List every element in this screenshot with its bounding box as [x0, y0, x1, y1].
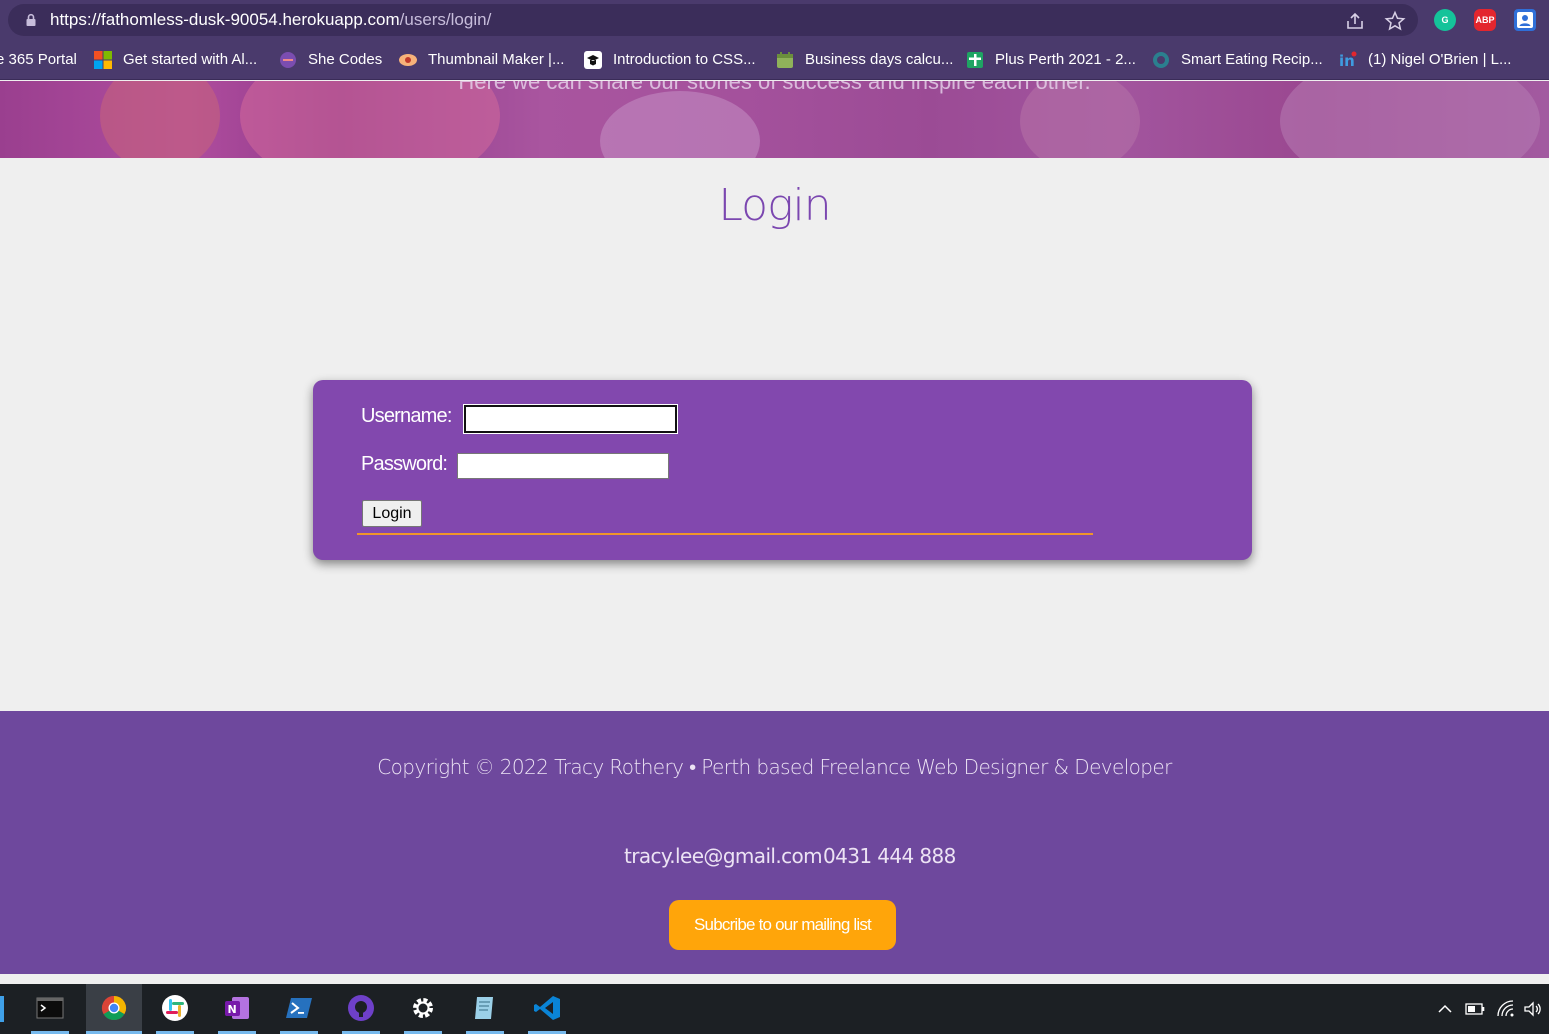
abp-text: ABP — [1475, 15, 1495, 25]
bookmark-office-365[interactable]: e 365 Portal — [0, 40, 77, 80]
bookmark-label: Business days calcu... — [805, 51, 954, 68]
volume-icon[interactable] — [1523, 999, 1543, 1019]
bookmark-label: Get started with Al... — [123, 51, 258, 68]
copyright-text: Copyright © 2022 Tracy Rothery • Perth b… — [377, 755, 1172, 779]
contact-email[interactable]: tracy.lee@gmail.com — [624, 844, 823, 868]
bookmark-label: Smart Eating Recip... — [1181, 51, 1323, 68]
page-title: Login — [718, 180, 831, 231]
microsoft-logo-icon — [94, 51, 112, 69]
bookmark-thumbnail-maker[interactable]: Thumbnail Maker |... — [398, 40, 564, 80]
taskbar-powershell[interactable] — [274, 984, 324, 1034]
github-desktop-icon — [348, 995, 374, 1021]
profile-person-icon — [1517, 12, 1533, 28]
battery-icon[interactable] — [1465, 999, 1485, 1019]
thumbnail-maker-icon — [399, 54, 417, 66]
css-course-icon — [584, 51, 602, 69]
calendar-icon — [777, 52, 793, 68]
start-edge — [0, 996, 4, 1022]
contact-phone[interactable]: 0431 444 888 — [823, 844, 956, 868]
bookmark-label: She Codes — [308, 51, 383, 68]
terminal-icon — [36, 997, 64, 1019]
grammarly-text: G — [1441, 15, 1449, 25]
site-footer: Copyright © 2022 Tracy Rothery • Perth b… — [0, 711, 1549, 974]
adblock-plus-extension-icon[interactable]: ABP — [1474, 9, 1496, 31]
taskbar-onenote[interactable]: N — [212, 984, 262, 1034]
lock-icon[interactable] — [24, 13, 38, 27]
windows-taskbar: N — [0, 984, 1549, 1034]
share-icon[interactable] — [1344, 10, 1366, 32]
taskbar-notepad[interactable] — [460, 984, 510, 1034]
hero-photo-shape — [600, 91, 760, 158]
bookmark-intro-css[interactable]: Introduction to CSS... — [583, 40, 756, 80]
onenote-icon: N — [225, 997, 249, 1019]
settings-icon — [413, 998, 433, 1018]
taskbar-github-desktop[interactable] — [336, 984, 386, 1034]
notepad-icon — [475, 997, 493, 1019]
omnibox[interactable]: https://fathomless-dusk-90054.herokuapp.… — [8, 4, 1418, 36]
grammarly-extension-icon[interactable]: G — [1434, 9, 1456, 31]
bookmark-label: e 365 Portal — [0, 51, 77, 68]
star-bookmark-icon[interactable] — [1384, 10, 1406, 32]
hero-banner: Here we can share our stories of success… — [0, 81, 1549, 158]
login-form: Username: Password: Login — [313, 380, 1252, 560]
url-path: /users/login/ — [399, 10, 492, 29]
password-input[interactable] — [457, 453, 669, 479]
taskbar-terminal[interactable] — [25, 984, 75, 1034]
bookmark-label: Thumbnail Maker |... — [428, 51, 565, 68]
bookmark-linkedin[interactable]: in (1) Nigel O'Brien | L... — [1338, 40, 1511, 80]
bookmark-business-days[interactable]: Business days calcu... — [775, 40, 953, 80]
taskbar-vscode[interactable] — [522, 984, 572, 1034]
vscode-icon — [534, 996, 560, 1020]
linkedin-icon: in — [1339, 51, 1357, 70]
svg-text:N: N — [228, 1003, 237, 1016]
form-divider — [357, 533, 1093, 535]
hero-tagline: Here we can share our stories of success… — [458, 81, 1091, 94]
login-submit-button[interactable]: Login — [362, 500, 422, 527]
powershell-icon — [286, 998, 312, 1018]
profile-extension-icon[interactable] — [1514, 9, 1536, 31]
chevron-up-icon[interactable] — [1435, 999, 1455, 1019]
she-codes-icon — [280, 52, 296, 68]
username-label: Username: — [361, 405, 452, 427]
bookmark-label: Plus Perth 2021 - 2... — [995, 51, 1136, 68]
subscribe-button[interactable]: Subcribe to our mailing list — [669, 900, 896, 950]
taskbar-slack[interactable] — [150, 984, 200, 1034]
smart-eating-icon — [1153, 52, 1169, 68]
password-label: Password: — [361, 453, 448, 475]
url-text[interactable]: https://fathomless-dusk-90054.herokuapp.… — [50, 4, 491, 36]
bookmark-plus-perth[interactable]: Plus Perth 2021 - 2... — [965, 40, 1136, 80]
slack-icon — [162, 995, 188, 1021]
taskbar-chrome[interactable] — [86, 984, 142, 1034]
taskbar-settings[interactable] — [398, 984, 448, 1034]
url-host: https://fathomless-dusk-90054.herokuapp.… — [50, 10, 400, 29]
bookmark-get-started[interactable]: Get started with Al... — [93, 40, 257, 80]
page-bottom-strip — [0, 974, 1549, 984]
browser-address-bar: https://fathomless-dusk-90054.herokuapp.… — [0, 0, 1549, 40]
wifi-icon[interactable] — [1496, 999, 1516, 1019]
bookmark-label: (1) Nigel O'Brien | L... — [1368, 51, 1512, 68]
username-input[interactable] — [463, 404, 678, 434]
bookmarks-bar: e 365 Portal Get started with Al... She … — [0, 40, 1549, 80]
google-sheets-icon — [967, 52, 983, 68]
bookmark-label: Introduction to CSS... — [613, 51, 756, 68]
chrome-icon — [101, 996, 127, 1021]
bookmark-smart-eating[interactable]: Smart Eating Recip... — [1151, 40, 1323, 80]
bookmark-she-codes[interactable]: She Codes — [278, 40, 382, 80]
